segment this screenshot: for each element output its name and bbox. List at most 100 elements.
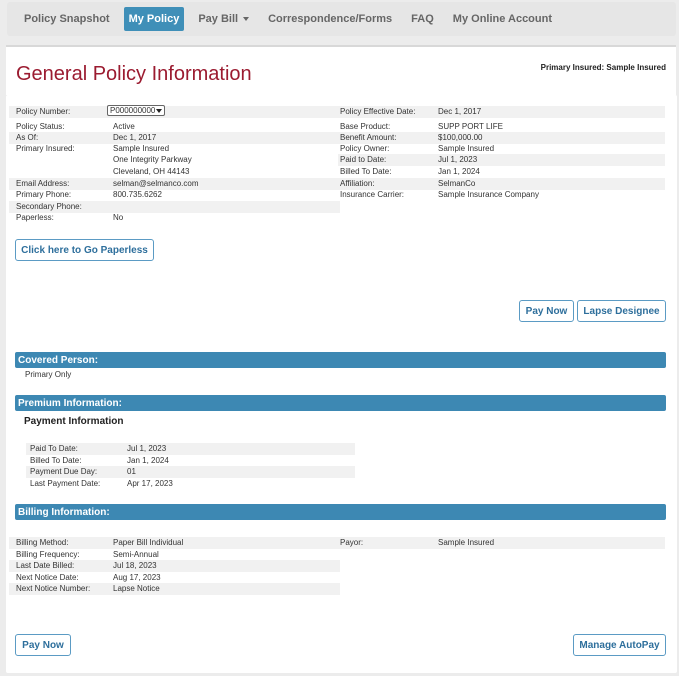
row-value: Cleveland, OH 44143 [113,167,190,177]
row-address-1: One Integrity Parkway [9,154,340,166]
row-paperless: Paperless: No [9,212,340,224]
row-label: Email Address: [16,179,70,189]
row-affiliation: Affiliation: SelmanCo [338,178,665,190]
chevron-down-icon [243,17,250,21]
row-label: Next Notice Number: [16,584,91,594]
row-label: Payment Due Day: [30,467,98,477]
row-value: SelmanCo [438,179,476,189]
row-label: Billing Frequency: [16,550,80,560]
row-value: Apr 17, 2023 [127,479,173,489]
row-last-date-billed: Last Date Billed: Jul 18, 2023 [9,560,340,572]
section-title: Billing Information: [18,506,110,518]
row-label: Billed To Date: [30,456,82,466]
top-nav: Policy Snapshot My Policy Pay Bill Corre… [7,2,676,36]
nav-label: FAQ [411,13,434,25]
row-policy-number: Policy Number: P000000000 [9,105,340,118]
nav-policy-snapshot[interactable]: Policy Snapshot [19,7,115,31]
button-label: Lapse Designee [583,305,660,317]
row-premium-paid-to-date: Paid To Date: Jul 1, 2023 [26,443,355,455]
row-label: Paid to Date: [340,155,387,165]
row-email: Email Address: selman@selmanco.com [9,178,340,190]
row-insurance-carrier: Insurance Carrier: Sample Insurance Comp… [338,189,665,201]
row-primary-insured: Primary Insured: Sample Insured [9,143,340,155]
row-primary-phone: Primary Phone: 800.735.6262 [9,189,340,201]
row-premium-billed-to-date: Billed To Date: Jan 1, 2024 [26,455,355,467]
row-label: Policy Status: [16,122,65,132]
nav-label: My Policy [128,13,180,25]
row-last-payment-date: Last Payment Date: Apr 17, 2023 [26,478,355,490]
nav-my-policy[interactable]: My Policy [123,7,185,31]
row-value: Aug 17, 2023 [113,573,161,583]
row-policy-effective-date: Policy Effective Date: Dec 1, 2017 [338,106,665,118]
nav-faq[interactable]: FAQ [406,7,439,31]
row-next-notice-date: Next Notice Date: Aug 17, 2023 [9,572,340,584]
nav-pay-bill[interactable]: Pay Bill [193,7,254,31]
row-label: Benefit Amount: [340,133,397,143]
row-label: Base Product: [340,122,391,132]
button-label: Pay Now [525,305,568,317]
row-value: Jan 1, 2024 [438,167,480,177]
go-paperless-button[interactable]: Click here to Go Paperless [15,239,154,261]
row-label: As Of: [16,133,39,143]
row-benefit-amount: Benefit Amount: $100,000.00 [338,132,665,144]
row-billing-method: Billing Method: Paper Bill Individual [9,537,340,549]
row-value: $100,000.00 [438,133,483,143]
pay-now-bottom-button[interactable]: Pay Now [15,634,71,656]
row-value: Paper Bill Individual [113,538,184,548]
covered-person-value: Primary Only [25,370,72,379]
policy-number-select[interactable]: P000000000 [107,105,165,116]
payment-information-subtitle: Payment Information [24,416,124,427]
nav-label: Policy Snapshot [24,13,110,25]
billing-information-header: Billing Information: [15,504,666,520]
row-label: Policy Number: [16,107,71,117]
button-label: Pay Now [22,639,64,651]
row-billed-to-date: Billed To Date: Jan 1, 2024 [338,166,665,178]
row-label: Billing Method: [16,538,69,548]
row-label: Primary Phone: [16,190,72,200]
row-value: Jul 1, 2023 [438,155,478,165]
row-value: No [113,213,124,223]
nav-correspondence-forms[interactable]: Correspondence/Forms [263,7,397,31]
row-value: Jan 1, 2024 [127,456,169,466]
row-policy-owner: Policy Owner: Sample Insured [338,143,665,155]
row-value: Dec 1, 2017 [438,107,482,117]
page-title: General Policy Information [16,63,252,85]
row-label: Primary Insured: [16,144,75,154]
row-value: Dec 1, 2017 [113,133,157,143]
primary-insured-header: Primary Insured: Sample Insured [540,63,666,72]
nav-label: My Online Account [452,13,553,25]
row-next-notice-number: Next Notice Number: Lapse Notice [9,583,340,595]
chevron-down-icon [156,109,162,113]
row-value: Sample Insurance Company [438,190,539,200]
row-value: selman@selmanco.com [113,179,199,189]
nav-my-online-account[interactable]: My Online Account [448,7,557,31]
row-value: One Integrity Parkway [113,155,192,165]
row-value: Jul 1, 2023 [127,444,167,454]
policy-number-value: P000000000 [110,106,156,115]
button-label: Manage AutoPay [579,639,660,651]
row-value: Active [113,122,135,132]
pay-now-button[interactable]: Pay Now [519,300,574,322]
row-paid-to-date: Paid to Date: Jul 1, 2023 [338,154,665,166]
row-label: Paid To Date: [30,444,78,454]
row-value: Sample Insured [113,144,170,154]
row-value: 800.735.6262 [113,190,162,200]
row-secondary-phone: Secondary Phone: [9,201,340,213]
row-label: Next Notice Date: [16,573,79,583]
row-label: Insurance Carrier: [340,190,405,200]
policy-panel: Policy Number: P000000000 Policy Status:… [6,95,677,673]
row-base-product: Base Product: SUPP PORT LIFE [338,121,665,133]
manage-autopay-button[interactable]: Manage AutoPay [573,634,666,656]
row-label: Last Payment Date: [30,479,101,489]
row-value: 01 [127,467,136,477]
row-label: Billed To Date: [340,167,392,177]
lapse-designee-button[interactable]: Lapse Designee [577,300,666,322]
section-title: Premium Information: [18,397,122,409]
row-value: Jul 18, 2023 [113,561,157,571]
row-address-2: Cleveland, OH 44143 [9,166,340,178]
row-label: Policy Effective Date: [340,107,416,117]
row-billing-frequency: Billing Frequency: Semi-Annual [9,549,340,561]
covered-person-header: Covered Person: [15,352,666,368]
premium-information-header: Premium Information: [15,395,666,411]
row-policy-status: Policy Status: Active [9,121,340,133]
